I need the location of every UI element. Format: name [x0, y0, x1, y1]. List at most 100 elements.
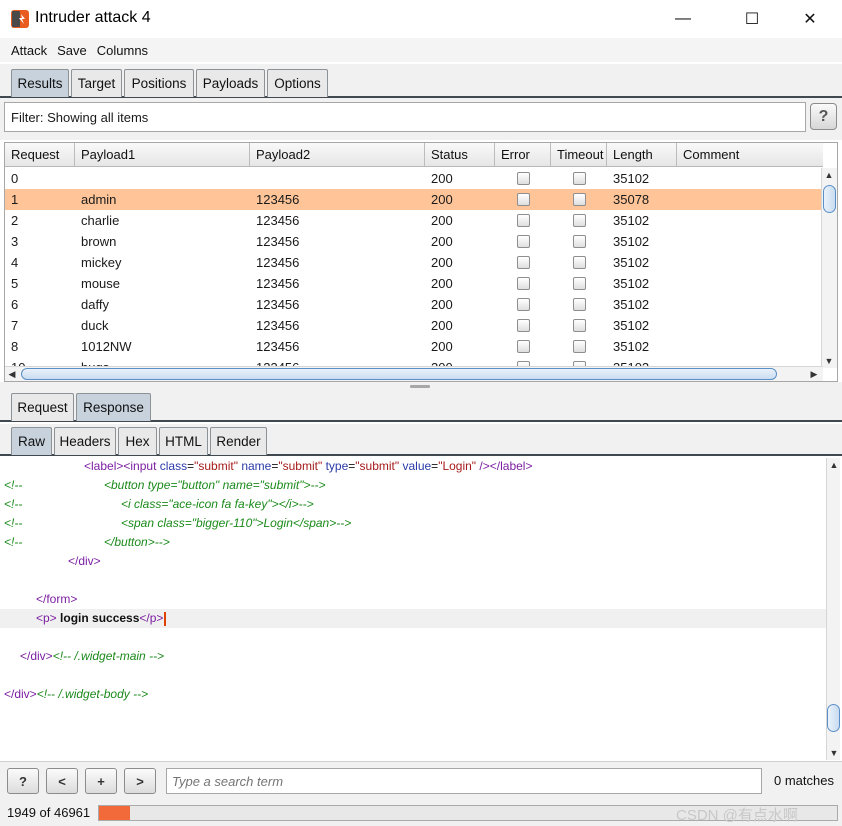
tab-options[interactable]: Options — [267, 69, 328, 97]
menu-attack[interactable]: Attack — [6, 43, 52, 58]
menu-columns[interactable]: Columns — [92, 43, 153, 58]
col-payload2[interactable]: Payload2 — [250, 143, 425, 167]
scroll-left-arrow[interactable]: ◀ — [5, 367, 19, 381]
tab-target[interactable]: Target — [71, 69, 122, 97]
cell-request: 4 — [11, 255, 19, 270]
table-row[interactable]: 3 brown 123456 200 35102 — [5, 231, 823, 252]
timeout-checkbox — [573, 235, 586, 248]
table-body: 0 200 35102 1 admin 123456 200 35078 2 charlie 123… — [5, 168, 823, 368]
code-line: </div><!-- /.widget-body --> — [4, 687, 149, 701]
table-row[interactable]: 1 admin 123456 200 35078 — [5, 189, 823, 210]
col-error[interactable]: Error — [495, 143, 551, 167]
cell-payload2: 123456 — [256, 276, 300, 291]
table-row[interactable]: 6 daffy 123456 200 35102 — [5, 294, 823, 315]
table-vscroll-thumb[interactable] — [823, 185, 836, 213]
error-checkbox — [517, 319, 530, 332]
tab-request[interactable]: Request — [11, 393, 74, 421]
cell-length: 35102 — [613, 297, 650, 312]
table-row[interactable]: 8 1012NW 123456 200 35102 — [5, 336, 823, 357]
progress-count: 1949 of 46961 — [7, 805, 91, 820]
error-checkbox — [517, 256, 530, 269]
code-line: <button type="button" name="submit">--> — [104, 478, 326, 492]
timeout-checkbox — [573, 319, 586, 332]
code-vertical-scrollbar[interactable]: ▲ ▼ — [826, 458, 840, 760]
filter-area: Filter: Showing all items ? — [0, 98, 842, 140]
next-match-button[interactable]: > — [124, 768, 156, 794]
error-checkbox — [517, 277, 530, 290]
cell-payload2: 123456 — [256, 297, 300, 312]
table-row[interactable]: 2 charlie 123456 200 35102 — [5, 210, 823, 231]
cell-status: 200 — [431, 255, 453, 270]
tab-results[interactable]: Results — [11, 69, 69, 97]
table-horizontal-scrollbar[interactable]: ◀ ▶ — [5, 366, 823, 381]
minimize-button[interactable]: — — [660, 0, 706, 38]
filter-bar[interactable]: Filter: Showing all items — [4, 102, 806, 132]
cell-payload2: 123456 — [256, 339, 300, 354]
table-row[interactable]: 4 mickey 123456 200 35102 — [5, 252, 823, 273]
previous-match-button[interactable]: < — [46, 768, 78, 794]
table-row[interactable]: 5 mouse 123456 200 35102 — [5, 273, 823, 294]
tab-render[interactable]: Render — [210, 427, 267, 455]
col-comment[interactable]: Comment — [677, 143, 823, 167]
timeout-checkbox — [573, 340, 586, 353]
col-length[interactable]: Length — [607, 143, 677, 167]
cell-length: 35102 — [613, 318, 650, 333]
cell-length: 35102 — [613, 255, 650, 270]
request-response-tab-bar: Request Response — [0, 390, 842, 422]
col-request[interactable]: Request — [5, 143, 75, 167]
table-row[interactable]: 7 duck 123456 200 35102 — [5, 315, 823, 336]
cell-payload2 — [250, 168, 256, 189]
scroll-up-arrow[interactable]: ▲ — [827, 458, 841, 472]
search-help-button[interactable]: ? — [7, 768, 39, 794]
code-vscroll-thumb[interactable] — [827, 704, 840, 732]
error-checkbox — [517, 172, 530, 185]
cell-payload1: 1012NW — [81, 339, 132, 354]
minimize-icon: — — [675, 10, 691, 27]
tab-headers[interactable]: Headers — [54, 427, 116, 455]
code-line: <span class="bigger-110">Login</span>--> — [121, 516, 352, 530]
tab-raw[interactable]: Raw — [11, 427, 52, 455]
tab-payloads[interactable]: Payloads — [196, 69, 265, 97]
menu-save[interactable]: Save — [52, 43, 92, 58]
response-raw-view[interactable]: <label><input class="submit" name="submi… — [0, 456, 842, 762]
tab-positions[interactable]: Positions — [124, 69, 194, 97]
error-checkbox — [517, 298, 530, 311]
col-status[interactable]: Status — [425, 143, 495, 167]
help-icon: ? — [818, 107, 829, 125]
maximize-button[interactable]: ☐ — [729, 0, 775, 38]
tab-response[interactable]: Response — [76, 393, 151, 421]
cell-payload2: 123456 — [256, 192, 300, 207]
split-grip[interactable] — [410, 385, 430, 388]
cell-payload2: 123456 — [256, 234, 300, 249]
cell-request: 2 — [11, 213, 19, 228]
table-row[interactable]: 0 200 35102 — [5, 168, 823, 189]
error-checkbox — [517, 235, 530, 248]
chevron-right-icon: > — [136, 773, 144, 789]
code-line: </form> — [36, 592, 78, 606]
cell-length: 35102 — [613, 339, 650, 354]
filter-text: Filter: Showing all items — [11, 109, 149, 125]
cell-payload1: daffy — [81, 297, 109, 312]
cell-request: 3 — [11, 234, 19, 249]
col-payload1[interactable]: Payload1 — [75, 143, 250, 167]
col-timeout[interactable]: Timeout — [551, 143, 607, 167]
scroll-down-arrow[interactable]: ▼ — [827, 746, 841, 760]
add-search-button[interactable]: + — [85, 768, 117, 794]
close-button[interactable]: ✕ — [787, 0, 833, 38]
timeout-checkbox — [573, 193, 586, 206]
code-line: <!-- — [4, 497, 23, 511]
tab-html[interactable]: HTML — [159, 427, 208, 455]
table-hscroll-thumb[interactable] — [21, 368, 777, 380]
filter-help-button[interactable]: ? — [810, 103, 837, 130]
scroll-down-arrow[interactable]: ▼ — [822, 354, 836, 368]
table-vertical-scrollbar[interactable]: ▲ ▼ — [821, 168, 837, 368]
main-tab-bar: Results Target Positions Payloads Option… — [0, 64, 842, 98]
cell-request: 1 — [11, 192, 19, 207]
tab-hex[interactable]: Hex — [118, 427, 157, 455]
scroll-right-arrow[interactable]: ▶ — [807, 367, 821, 381]
error-checkbox — [517, 340, 530, 353]
cell-length: 35102 — [613, 276, 650, 291]
search-input[interactable] — [166, 768, 762, 794]
scroll-up-arrow[interactable]: ▲ — [822, 168, 836, 182]
cell-payload1: mickey — [81, 255, 122, 270]
